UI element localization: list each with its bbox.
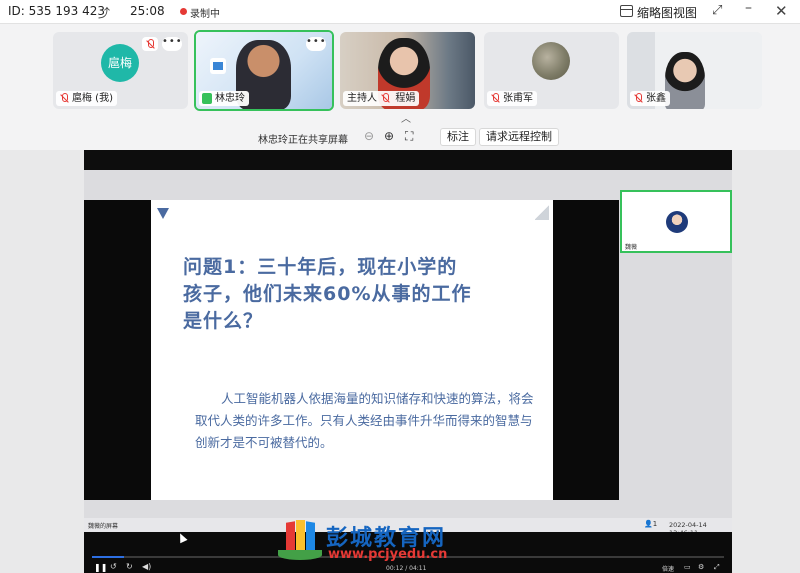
watermark-logo: 彭城教育网 www.pcjyedu.cn [276, 520, 466, 566]
avatar: 扈梅 [101, 44, 139, 82]
share-toolbar: 林忠玲正在共享屏幕 ⊖ ⊕ ⛶ 标注 请求远程控制 [0, 124, 800, 150]
participant-tile-host[interactable]: 主持人 程娟 [340, 32, 475, 109]
participant-name: 主持人 程娟 [343, 91, 420, 106]
person-video [665, 52, 705, 109]
avatar [532, 42, 570, 80]
recording-label[interactable]: 录制中 [190, 5, 220, 20]
host-badge: 主持人 [347, 93, 377, 104]
slide-body: 人工智能机器人依据海量的知识储存和快速的算法，将会取代人类的许多工作。只有人类经… [195, 391, 534, 450]
participant-name: 张鑫 [630, 91, 670, 106]
participant-name: 扈梅 (我) [56, 91, 117, 106]
shared-screen[interactable]: 问题1：三十年后，现在小学的孩子，他们未来60%从事的工作是什么？ 人工智能机器… [84, 150, 732, 537]
settings-icon[interactable]: ⚙ [698, 563, 704, 571]
zoom-in-icon[interactable]: ⊕ [384, 129, 394, 143]
progress-fill [92, 556, 124, 558]
participant-name: 魏薇 [625, 244, 638, 251]
mic-off-icon [59, 93, 69, 104]
rewind-icon[interactable]: ↺ [110, 562, 117, 571]
participant-tile-speaker[interactable]: ••• 林忠玲 [194, 30, 334, 111]
page-corner-icon [535, 204, 549, 220]
volume-icon[interactable]: ◀) [142, 562, 151, 571]
mic-off-icon [380, 92, 392, 104]
share-icon[interactable]: ⤴ [98, 4, 110, 20]
meeting-id[interactable]: ID: 535 193 423 [8, 4, 105, 18]
close-icon[interactable]: ✕ [775, 2, 788, 20]
mute-badge[interactable] [142, 37, 158, 51]
participant-strip: 扈梅 ••• 扈梅 (我) ••• 林忠玲 主持人 程娟 张甫军 张鑫 ︿ [0, 24, 800, 125]
playback-time: 00:12 / 04:11 [386, 565, 427, 572]
title-bar: ID: 535 193 423 ⤴ 25:08 录制中 缩略图视图 ⤢ – ✕ [0, 0, 800, 24]
thumbnail-view-button[interactable]: 缩略图视图 [637, 4, 697, 21]
people-count: 👤1 [644, 520, 658, 528]
shared-participant-tile[interactable]: 魏薇 [620, 190, 732, 253]
recording-icon [180, 8, 187, 15]
participant-tile-zhang-fujun[interactable]: 张甫军 [484, 32, 619, 109]
participant-name: 林忠玲 [199, 91, 249, 106]
picture-in-picture-icon[interactable]: ▭ [684, 563, 691, 571]
fit-screen-icon[interactable]: ⛶ [405, 129, 413, 144]
meeting-timer: 25:08 [130, 4, 165, 18]
slide-title: 问题1：三十年后，现在小学的孩子，他们未来60%从事的工作是什么？ [183, 256, 472, 332]
mic-on-icon [202, 93, 212, 104]
screen-owner-label: 魏薇的屏幕 [88, 523, 119, 530]
share-status: 林忠玲正在共享屏幕 [258, 135, 348, 146]
fullscreen-icon[interactable]: ⤢ [714, 563, 720, 572]
slide-marker-icon [157, 208, 169, 219]
mic-off-icon [633, 93, 643, 104]
chevron-up-icon[interactable]: ︿ [401, 110, 411, 125]
pause-icon[interactable]: ❚❚ [94, 563, 107, 572]
minimize-icon[interactable]: – [745, 0, 752, 16]
zoom-out-icon[interactable]: ⊖ [364, 129, 374, 143]
forward-icon[interactable]: ↻ [126, 562, 133, 571]
participant-name: 张甫军 [487, 91, 537, 106]
presentation-slide: 问题1：三十年后，现在小学的孩子，他们未来60%从事的工作是什么？ 人工智能机器… [151, 200, 553, 500]
annotate-button[interactable]: 标注 [440, 128, 476, 146]
avatar [666, 211, 688, 233]
book-logo-icon [276, 520, 324, 562]
screen-top-bar [84, 150, 732, 170]
more-options-button[interactable]: ••• [306, 37, 326, 51]
mic-off-icon [490, 93, 500, 104]
request-remote-control-button[interactable]: 请求远程控制 [479, 128, 559, 146]
mic-off-icon [145, 39, 155, 49]
participant-tile-self[interactable]: 扈梅 ••• 扈梅 (我) [53, 32, 188, 109]
fullscreen-icon[interactable]: ⤢ [712, 3, 722, 18]
more-options-button[interactable]: ••• [162, 37, 182, 51]
watermark-url: www.pcjyedu.cn [328, 547, 448, 562]
logo-icon [210, 58, 226, 74]
thumbnail-view-icon[interactable] [620, 5, 633, 17]
speed-button[interactable]: 倍速 [662, 564, 674, 573]
participant-tile-zhang-xin[interactable]: 张鑫 [627, 32, 762, 109]
